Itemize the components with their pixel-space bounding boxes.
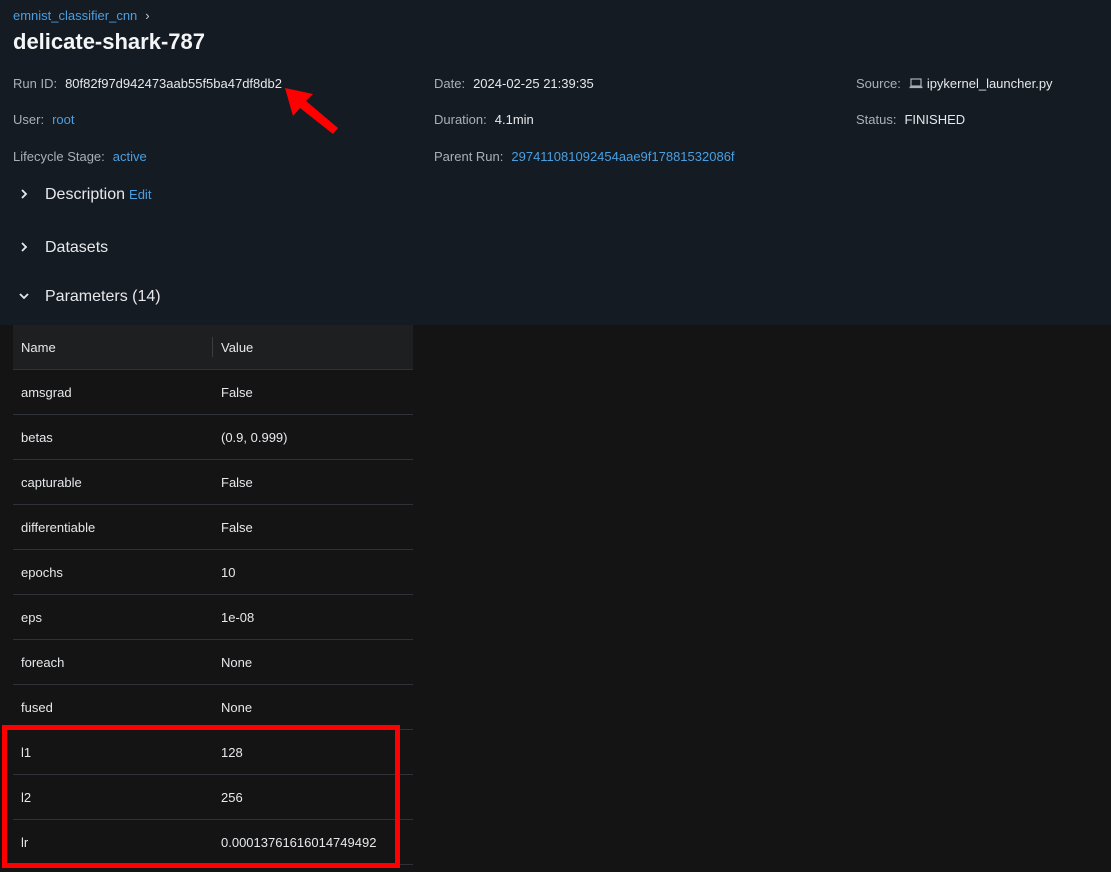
param-name: differentiable [21, 520, 96, 535]
laptop-icon [909, 77, 923, 92]
param-value: False [221, 475, 253, 490]
meta-lifecycle: Lifecycle Stage: active [13, 149, 147, 164]
section-datasets[interactable]: Datasets [17, 239, 108, 257]
edit-description-link[interactable]: Edit [129, 187, 151, 202]
param-value: False [221, 385, 253, 400]
breadcrumb: emnist_classifier_cnn › [13, 8, 150, 23]
param-name: capturable [21, 475, 82, 490]
parent-run-link[interactable]: 297411081092454aae9f17881532086f [511, 149, 734, 164]
user-link[interactable]: root [52, 112, 74, 127]
meta-user: User: root [13, 112, 74, 127]
duration-label: Duration: [434, 112, 487, 127]
param-value: None [221, 700, 253, 715]
chevron-right-icon [17, 186, 31, 204]
param-value: None [221, 655, 253, 670]
param-name: eps [21, 610, 42, 625]
column-header-name[interactable]: Name [21, 340, 56, 355]
table-row: eps 1e-08 [13, 595, 413, 640]
red-arrow-annotation [285, 88, 338, 134]
chevron-right-icon [17, 239, 31, 257]
run-id-label: Run ID: [13, 76, 58, 91]
param-name: epochs [21, 565, 63, 580]
table-row: fused None [13, 685, 413, 730]
source-value[interactable]: ipykernel_launcher.py [927, 76, 1053, 91]
column-header-value[interactable]: Value [221, 340, 253, 355]
parent-run-label: Parent Run: [434, 149, 504, 164]
source-label: Source: [856, 76, 901, 91]
highlight-box-annotation [2, 725, 400, 868]
lifecycle-label: Lifecycle Stage: [13, 149, 105, 164]
user-label: User: [13, 112, 45, 127]
lifecycle-value[interactable]: active [113, 149, 147, 164]
meta-run-id: Run ID: 80f82f97d942473aab55f5ba47df8db2 [13, 76, 282, 91]
param-name: amsgrad [21, 385, 72, 400]
parameters-label: Parameters (14) [45, 288, 161, 305]
table-row: differentiable False [13, 505, 413, 550]
run-id-value: 80f82f97d942473aab55f5ba47df8db2 [65, 76, 282, 91]
table-row: epochs 10 [13, 550, 413, 595]
section-parameters[interactable]: Parameters (14) [17, 288, 161, 306]
table-row: betas (0.9, 0.999) [13, 415, 413, 460]
section-description[interactable]: Description Edit [17, 186, 151, 204]
breadcrumb-experiment-link[interactable]: emnist_classifier_cnn [13, 8, 137, 23]
meta-date: Date: 2024-02-25 21:39:35 [434, 76, 594, 91]
param-name: foreach [21, 655, 65, 670]
meta-source: Source: ipykernel_launcher.py [856, 76, 1053, 92]
param-value: False [221, 520, 253, 535]
table-row: capturable False [13, 460, 413, 505]
chevron-right-icon: › [145, 8, 150, 23]
duration-value: 4.1min [494, 112, 534, 127]
date-value: 2024-02-25 21:39:35 [473, 76, 594, 91]
param-name: fused [21, 700, 53, 715]
status-value: FINISHED [904, 112, 966, 127]
param-name: betas [21, 430, 53, 445]
meta-status: Status: FINISHED [856, 112, 965, 127]
page-title: delicate-shark-787 [13, 29, 205, 54]
param-value: 1e-08 [221, 610, 255, 625]
chevron-down-icon [17, 288, 31, 306]
column-divider[interactable] [212, 337, 213, 357]
param-value: 10 [221, 565, 236, 580]
description-label: Description [45, 186, 126, 203]
meta-duration: Duration: 4.1min [434, 112, 534, 127]
datasets-label: Datasets [45, 239, 109, 256]
table-row: amsgrad False [13, 370, 413, 415]
meta-parent-run: Parent Run: 297411081092454aae9f178815320… [434, 149, 735, 164]
date-label: Date: [434, 76, 466, 91]
table-header: Name Value [13, 325, 413, 370]
table-row: foreach None [13, 640, 413, 685]
status-label: Status: [856, 112, 897, 127]
param-value: (0.9, 0.999) [221, 430, 288, 445]
